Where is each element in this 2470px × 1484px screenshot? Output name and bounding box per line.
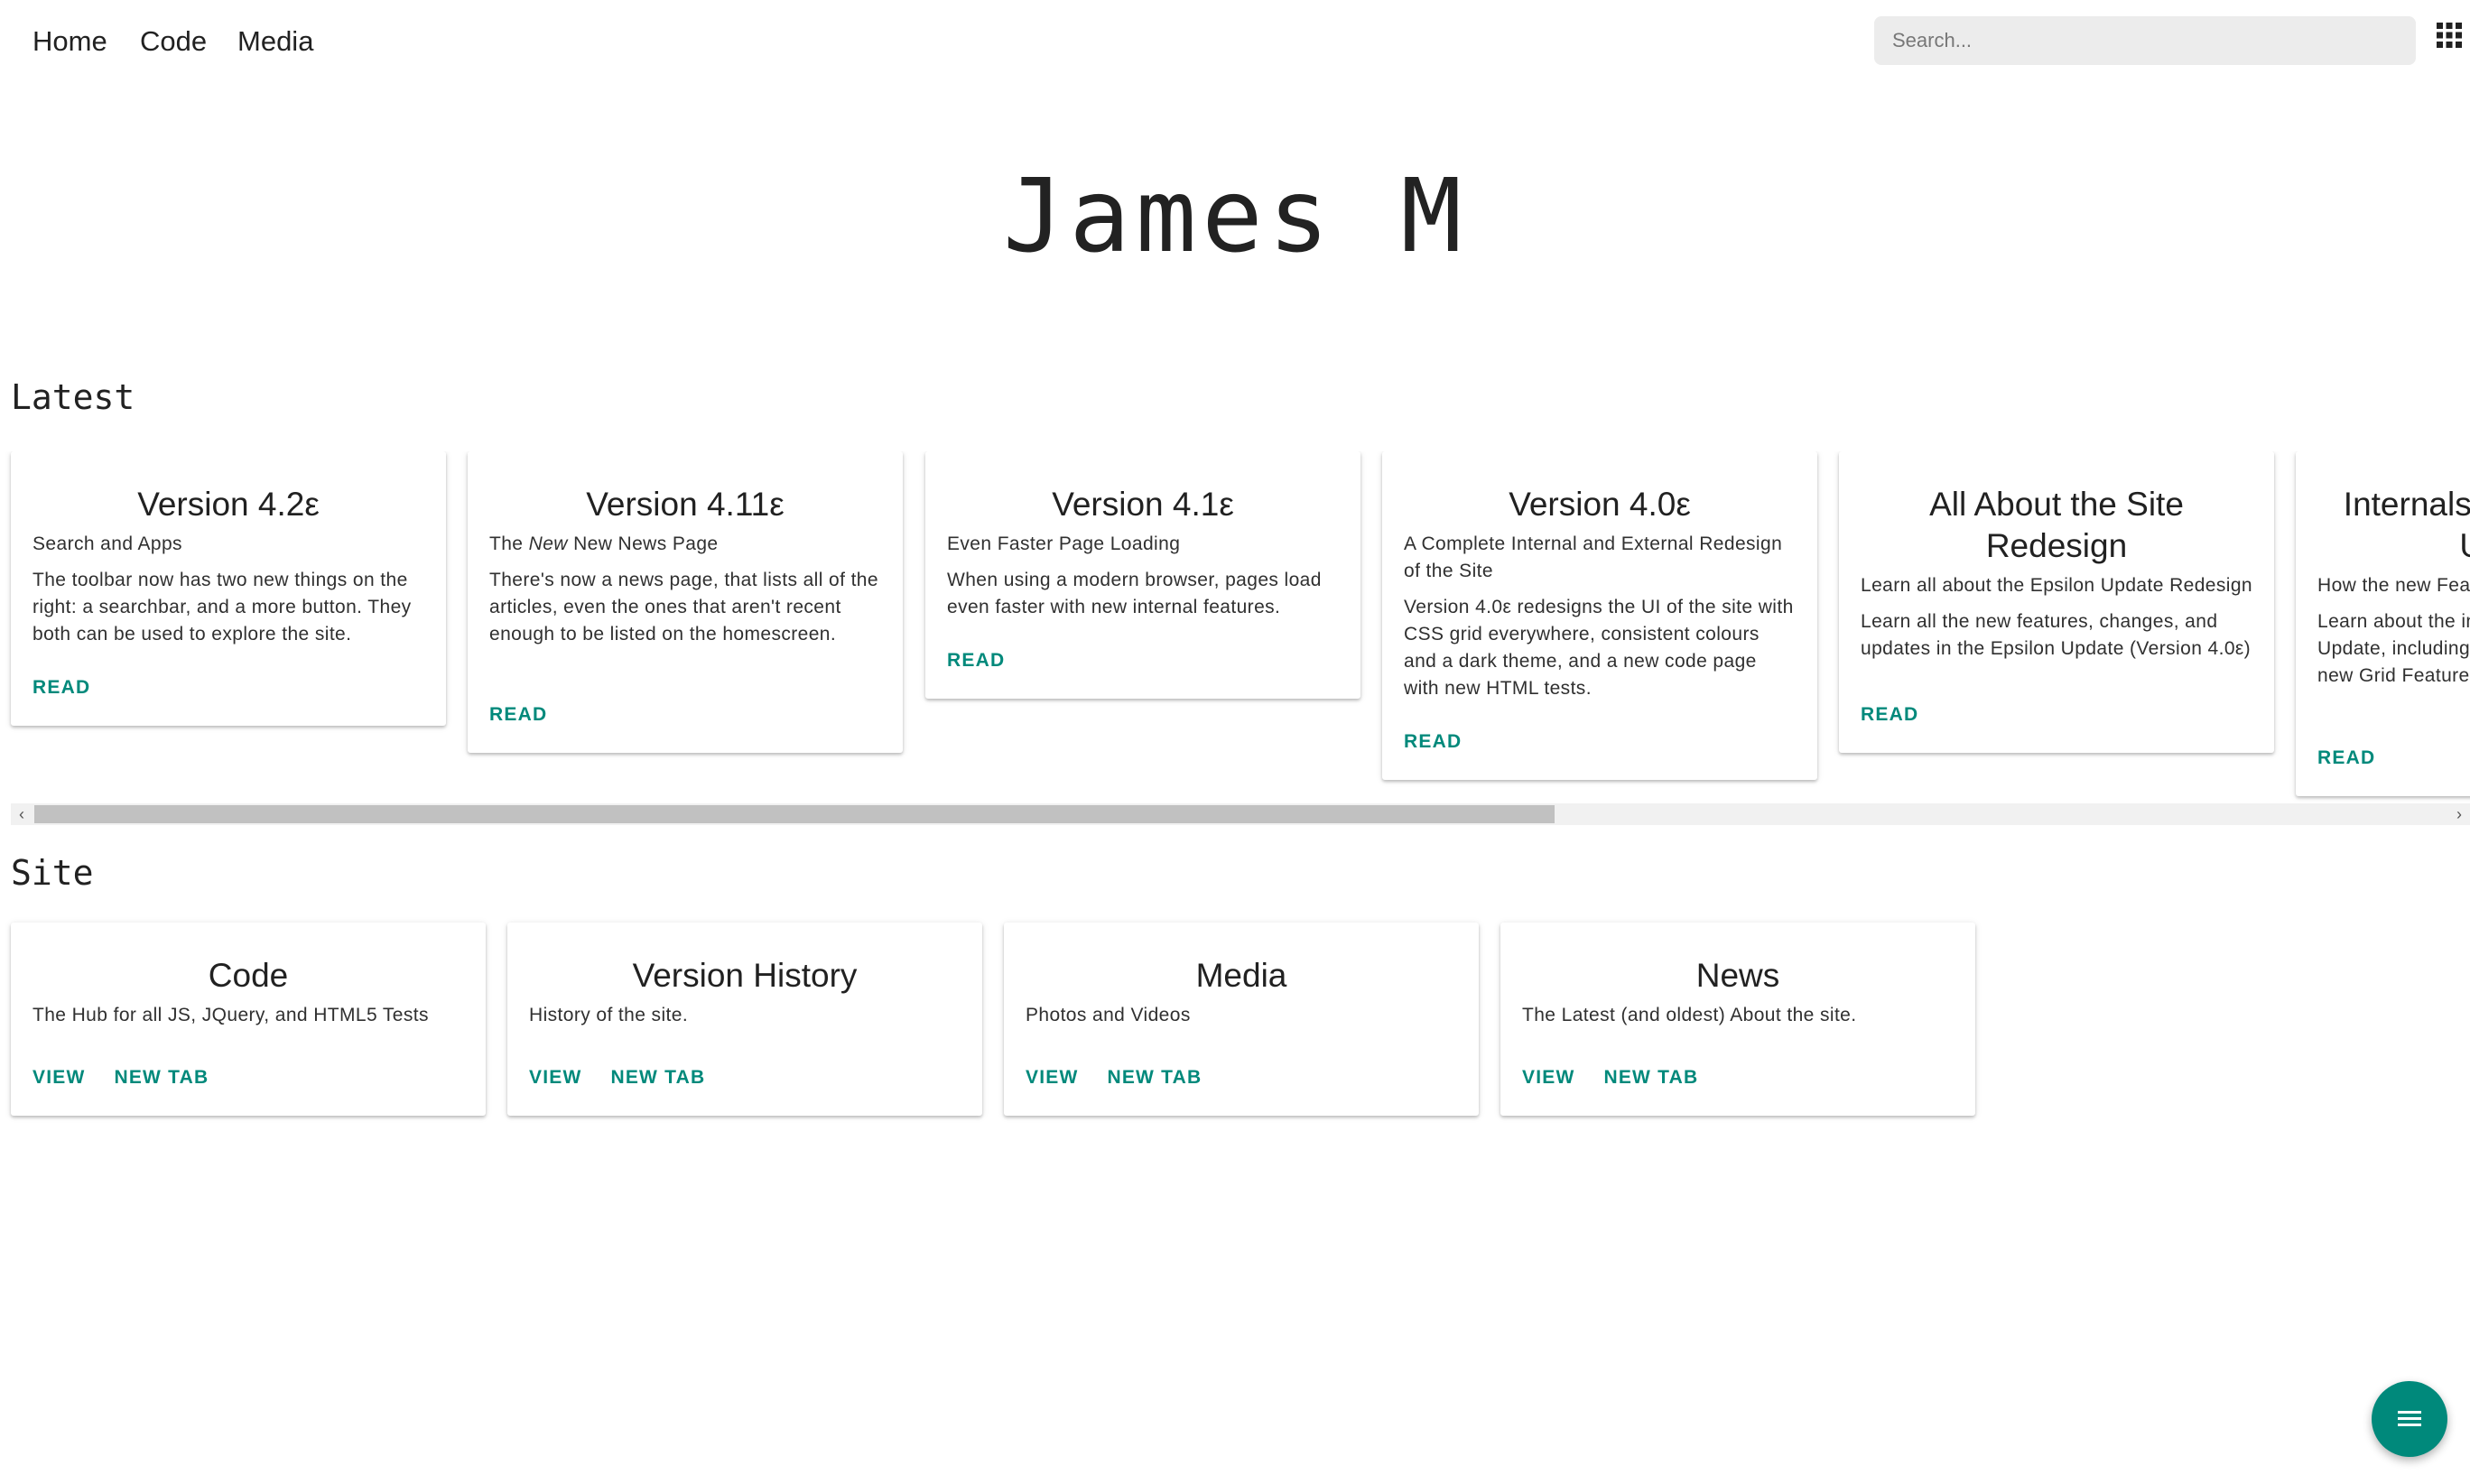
- nav-media-link[interactable]: Media: [237, 25, 313, 58]
- read-button[interactable]: READ: [2307, 735, 2386, 782]
- apps-grid-icon[interactable]: [2436, 22, 2463, 49]
- card-title: Version History: [632, 957, 858, 994]
- section-title-site: Site: [11, 853, 94, 893]
- latest-card: Version 4.1ε Even Faster Page Loading Wh…: [925, 451, 1360, 699]
- card-title: Media: [1195, 957, 1287, 994]
- card-subtitle: The Latest (and oldest) About the site.: [1522, 1005, 1857, 1025]
- horizontal-scrollbar[interactable]: ‹ ›: [11, 803, 2470, 825]
- card-title: Version 4.0ε: [1509, 486, 1691, 523]
- card-title: News: [1695, 957, 1780, 994]
- site-card: News The Latest (and oldest) About the s…: [1500, 923, 1975, 1116]
- card-text: There's now a news page, that lists all …: [489, 570, 878, 645]
- card-text: Version 4.0ε redesigns the UI of the sit…: [1404, 597, 1794, 699]
- view-button[interactable]: VIEW: [1015, 1054, 1089, 1101]
- read-button[interactable]: READ: [936, 637, 1016, 684]
- card-text: The toolbar now has two new things on th…: [32, 570, 412, 645]
- card-subtitle: A Complete Internal and External Redesig…: [1404, 533, 1783, 581]
- new-tab-button[interactable]: NEW TAB: [599, 1054, 716, 1101]
- latest-card: Version 4.0ε A Complete Internal and Ext…: [1382, 451, 1817, 780]
- card-subtitle: How the new Features Work: [2317, 575, 2470, 596]
- card-title: All About the Site Redesign: [1929, 486, 2184, 564]
- site-card: Code The Hub for all JS, JQuery, and HTM…: [11, 923, 486, 1116]
- card-text: Learn about the internals of the Epsilon…: [2317, 611, 2470, 686]
- scroll-left-arrow-icon[interactable]: ‹: [11, 803, 32, 825]
- card-subtitle: The Hub for all JS, JQuery, and HTML5 Te…: [32, 1005, 429, 1025]
- card-text: Learn all the new features, changes, and…: [1861, 611, 2252, 659]
- read-button[interactable]: READ: [22, 664, 101, 711]
- latest-card: Internals of the Epsilon Update How the …: [2296, 451, 2470, 796]
- section-title-latest: Latest: [11, 377, 135, 417]
- new-tab-button[interactable]: NEW TAB: [1096, 1054, 1212, 1101]
- top-app-bar: Home Code Media: [0, 0, 2470, 87]
- latest-card: Version 4.2ε Search and Apps The toolbar…: [11, 451, 446, 726]
- read-button[interactable]: READ: [478, 691, 558, 738]
- site-card: Media Photos and Videos VIEW NEW TAB: [1004, 923, 1479, 1116]
- card-subtitle: Learn all about the Epsilon Update Redes…: [1861, 575, 2252, 596]
- card-subtitle: The New New News Page: [489, 533, 719, 554]
- site-card: Version History History of the site. VIE…: [507, 923, 982, 1116]
- new-tab-button[interactable]: NEW TAB: [103, 1054, 219, 1101]
- card-title: Code: [208, 957, 289, 994]
- card-subtitle: Search and Apps: [32, 533, 182, 554]
- page-title: James M: [1002, 158, 1467, 275]
- card-subtitle: Photos and Videos: [1026, 1005, 1191, 1025]
- card-text: When using a modern browser, pages load …: [947, 570, 1322, 617]
- card-title: Version 4.1ε: [1052, 486, 1234, 523]
- card-title: Version 4.11ε: [586, 486, 785, 523]
- nav-code-link[interactable]: Code: [140, 25, 207, 58]
- latest-carousel[interactable]: Version 4.2ε Search and Apps The toolbar…: [0, 451, 2470, 812]
- scrollbar-thumb[interactable]: [34, 805, 1555, 823]
- menu-fab-button[interactable]: [2372, 1381, 2447, 1457]
- read-button[interactable]: READ: [1850, 691, 1929, 738]
- card-title: Version 4.2ε: [137, 486, 320, 523]
- card-title: Internals of the Epsilon Update: [2343, 486, 2470, 564]
- latest-card: Version 4.11ε The New New News Page Ther…: [468, 451, 903, 753]
- nav-home-link[interactable]: Home: [32, 25, 107, 58]
- view-button[interactable]: VIEW: [1511, 1054, 1585, 1101]
- scroll-right-arrow-icon[interactable]: ›: [2448, 803, 2470, 825]
- view-button[interactable]: VIEW: [22, 1054, 96, 1101]
- read-button[interactable]: READ: [1393, 719, 1472, 765]
- card-subtitle: Even Faster Page Loading: [947, 533, 1181, 554]
- new-tab-button[interactable]: NEW TAB: [1592, 1054, 1709, 1101]
- search-input[interactable]: [1874, 16, 2416, 65]
- card-subtitle: History of the site.: [529, 1005, 689, 1025]
- view-button[interactable]: VIEW: [518, 1054, 592, 1101]
- latest-card: All About the Site Redesign Learn all ab…: [1839, 451, 2274, 753]
